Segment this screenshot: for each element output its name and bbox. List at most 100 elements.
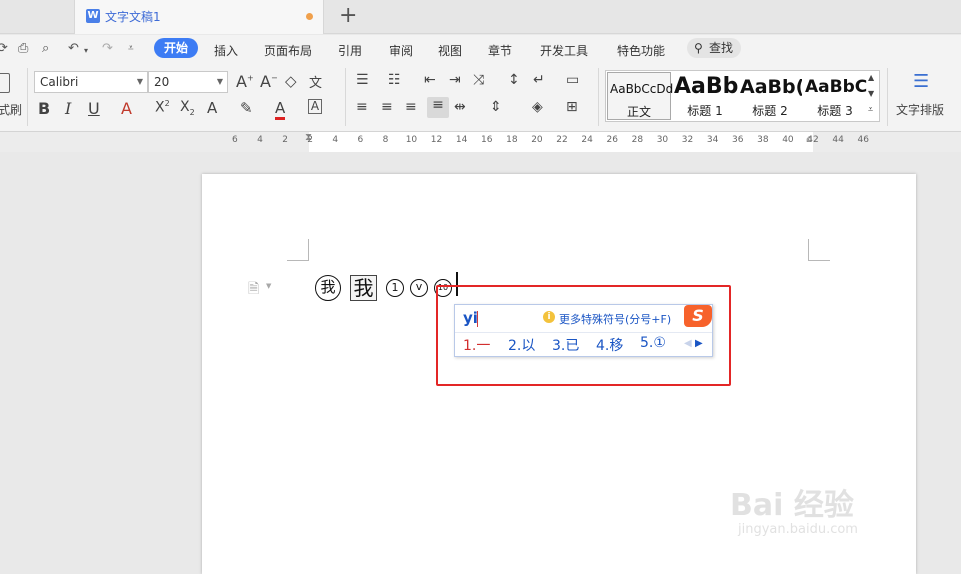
highlight-color-icon[interactable]: ✎ <box>240 99 253 117</box>
style-heading-1[interactable]: AaBb 标题 1 <box>672 72 738 120</box>
style-label: 正文 <box>626 105 651 119</box>
search-icon: ⚲ <box>694 41 703 55</box>
style-label: 标题 2 <box>752 104 788 118</box>
subscript-icon[interactable]: X2 <box>180 99 195 117</box>
line-spacing-icon[interactable]: ⇕ <box>490 99 502 115</box>
ruler-tick-label: 30 <box>656 135 669 145</box>
increase-indent-icon[interactable]: ⇥ <box>449 72 461 88</box>
gallery-more-icon[interactable]: ⩡ <box>868 105 873 115</box>
chinese-layout-icon[interactable]: ⤨ <box>473 72 484 88</box>
font-size-value: 20 <box>154 75 170 89</box>
menu-review[interactable]: 审阅 <box>389 42 413 59</box>
gallery-scroll-up-icon[interactable]: ▲ <box>868 73 874 82</box>
format-painter-icon[interactable] <box>0 73 10 93</box>
character-border-icon[interactable]: A <box>308 99 322 114</box>
ribbon-toolbar: 式刷 Calibri ▼ 20 ▼ A+ A− ◇ 文 B I U A X2 X… <box>0 63 961 132</box>
text-effect-icon[interactable]: A <box>207 99 217 117</box>
circled-number-one: 1 <box>386 279 404 297</box>
ruler-tick-label: 18 <box>506 135 518 145</box>
open-icon[interactable]: ⟳ <box>0 41 8 56</box>
style-preview: AaBb( <box>740 76 802 98</box>
align-right-icon[interactable]: ≡ <box>405 99 417 115</box>
strikethrough-icon[interactable]: A <box>121 99 132 118</box>
format-painter-label[interactable]: 式刷 <box>0 101 22 118</box>
table-icon[interactable]: ▭ <box>566 72 579 88</box>
align-left-icon[interactable]: ≡ <box>356 99 368 115</box>
undo-icon[interactable]: ↶ <box>68 41 79 56</box>
customize-toolbar-icon[interactable]: ⩡ <box>128 43 134 54</box>
style-heading-3[interactable]: AaBbC 标题 3 <box>803 72 867 120</box>
show-hide-marks-icon[interactable]: ↵ <box>533 72 545 88</box>
menu-developer[interactable]: 开发工具 <box>540 42 588 59</box>
document-tab-title: 文字文稿1 <box>105 10 161 24</box>
grow-font-icon[interactable]: A+ <box>236 72 254 91</box>
borders-icon[interactable]: ⊞ <box>566 99 578 115</box>
ruler-tick-label: 4 <box>332 135 339 145</box>
ruler-tick-label: 38 <box>757 135 769 145</box>
decrease-indent-icon[interactable]: ⇤ <box>424 72 436 88</box>
gallery-scroll-down-icon[interactable]: ▼ <box>868 89 874 98</box>
print-preview-icon[interactable]: ⌕ <box>42 41 49 56</box>
align-center-icon[interactable]: ≡ <box>381 99 393 115</box>
undo-dropdown-icon[interactable]: ▾ <box>84 46 88 55</box>
new-tab-button[interactable]: + <box>339 3 357 29</box>
ruler-tick-label: 12 <box>430 135 443 145</box>
style-normal[interactable]: AaBbCcDd 正文 <box>607 72 673 120</box>
phonetic-guide-icon[interactable]: 文 <box>309 72 322 91</box>
justify-icon[interactable]: ≡ <box>427 97 449 118</box>
ruler-tick-label: 34 <box>706 135 719 145</box>
paragraph-handle-icon[interactable]: 🗎 <box>248 278 259 302</box>
ribbon-separator <box>598 68 599 126</box>
distributed-icon[interactable]: ⇹ <box>454 99 466 115</box>
numbered-list-icon[interactable]: ☷ <box>388 72 401 88</box>
underline-icon[interactable]: U <box>88 99 100 118</box>
text-layout-icon[interactable]: ☰ <box>913 71 929 92</box>
italic-icon[interactable]: I <box>65 99 71 118</box>
menu-start[interactable]: 开始 <box>154 38 198 58</box>
ruler-tick-label: 26 <box>606 135 618 145</box>
ruler-tick-label: 2 <box>282 135 288 145</box>
menu-chapter[interactable]: 章节 <box>488 42 512 59</box>
search-label: 查找 <box>709 41 734 55</box>
style-preview: AaBbC <box>805 77 867 97</box>
bullet-list-icon[interactable]: ☰ <box>356 72 369 88</box>
menu-references[interactable]: 引用 <box>338 42 362 59</box>
style-label: 标题 1 <box>687 104 723 118</box>
chevron-down-icon[interactable]: ▼ <box>266 282 271 290</box>
font-size-select[interactable]: 20 ▼ <box>148 71 228 93</box>
shading-icon[interactable]: ◈ <box>532 99 543 115</box>
horizontal-ruler[interactable]: ⧗ ⌂ 6 4 2 2 4 6 8 10 12 14 16 18 20 22 24 26 28 30 32 34 36 3… <box>0 132 961 152</box>
text-layout-button[interactable]: 文字排版 <box>896 101 944 118</box>
ruler-tick-label: 24 <box>581 135 593 145</box>
title-tab-bar: W 文字文稿1 + <box>0 0 961 34</box>
circled-letter-v: v <box>410 279 428 297</box>
menu-special-features[interactable]: 特色功能 <box>617 42 665 59</box>
chevron-down-icon: ▼ <box>136 77 143 86</box>
font-color-icon[interactable]: A <box>275 99 286 120</box>
menu-page-layout[interactable]: 页面布局 <box>264 42 312 59</box>
unsaved-dot-icon <box>306 13 313 20</box>
search-button[interactable]: ⚲ 查找 <box>687 38 741 58</box>
bold-icon[interactable]: B <box>38 99 50 118</box>
ruler-tick-label: 44 <box>832 135 844 145</box>
ruler-tick-label: 32 <box>681 135 694 145</box>
ruler-tick-label: 46 <box>857 135 869 145</box>
ribbon-separator <box>27 68 28 126</box>
chevron-down-icon: ▼ <box>216 77 223 86</box>
superscript-icon[interactable]: X2 <box>155 99 170 116</box>
redo-icon[interactable]: ↷ <box>102 41 113 56</box>
ruler-tick-label: 8 <box>382 135 389 145</box>
style-preview: AaBb <box>674 74 738 99</box>
style-heading-2[interactable]: AaBb( 标题 2 <box>738 72 802 120</box>
document-tab[interactable]: W 文字文稿1 <box>74 0 324 34</box>
sort-icon[interactable]: ↕ <box>508 72 520 88</box>
print-icon[interactable]: ⎙ <box>18 41 28 56</box>
wps-writer-icon: W <box>86 9 100 23</box>
menu-view[interactable]: 视图 <box>438 42 462 59</box>
ruler-tick-label: 2 <box>307 135 314 145</box>
shrink-font-icon[interactable]: A− <box>260 72 278 91</box>
clear-format-icon[interactable]: ◇ <box>285 72 297 90</box>
font-name-select[interactable]: Calibri ▼ <box>34 71 148 93</box>
ribbon-separator <box>345 68 346 126</box>
menu-insert[interactable]: 插入 <box>214 42 238 59</box>
